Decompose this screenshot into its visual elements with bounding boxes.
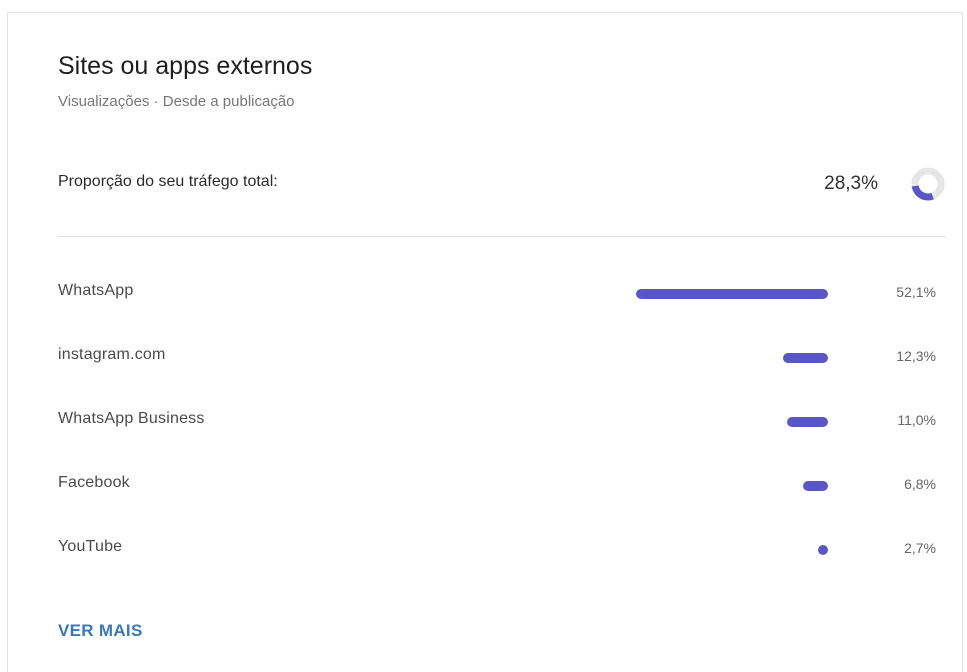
bar-track [636,417,828,427]
source-value: 11,0% [897,412,936,428]
bar-track [636,353,828,363]
source-value: 52,1% [896,284,936,300]
source-bar [787,417,828,427]
source-bar [782,353,828,363]
traffic-share-value: 28,3% [824,173,878,194]
source-label: Facebook [58,474,130,491]
source-label: WhatsApp [58,282,134,299]
source-row-youtube: YouTube 2,7% [58,518,946,582]
source-value: 12,3% [896,348,936,364]
bar-track [636,545,828,555]
source-row-whatsapp: WhatsApp 52,1% [58,262,946,326]
donut-chart-icon [911,167,945,201]
traffic-share-label: Proporção do seu tráfego total: [58,173,278,190]
source-bar [636,289,828,299]
source-label: instagram.com [58,346,166,363]
source-label: WhatsApp Business [58,410,205,427]
source-row-facebook: Facebook 6,8% [58,454,946,518]
bar-track [636,289,828,299]
divider [58,236,946,237]
source-value: 2,7% [904,540,936,556]
traffic-share-row: Proporção do seu tráfego total: 28,3% [58,164,946,210]
card-subtitle: Visualizações · Desde a publicação [58,93,295,110]
source-label: YouTube [58,538,123,555]
source-bar [818,545,828,555]
source-row-whatsapp-business: WhatsApp Business 11,0% [58,390,946,454]
see-more-link[interactable]: VER MAIS [58,621,143,641]
source-bar [802,481,828,491]
source-value: 6,8% [904,476,936,492]
card-title: Sites ou apps externos [58,52,313,80]
source-row-instagram: instagram.com 12,3% [58,326,946,390]
source-list: WhatsApp 52,1% instagram.com 12,3% Whats… [58,262,946,582]
bar-track [636,481,828,491]
